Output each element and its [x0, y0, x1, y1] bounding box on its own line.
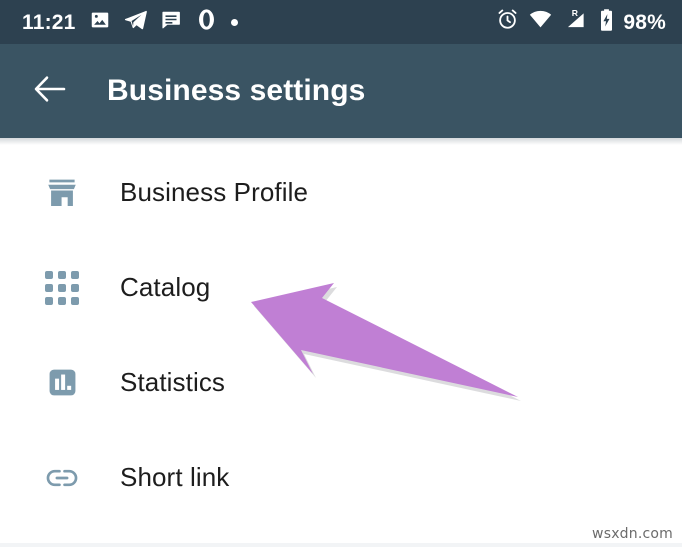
- status-bar-right-group: R 98%: [496, 8, 666, 37]
- list-item-short-link[interactable]: Short link: [0, 430, 682, 525]
- list-item-label: Short link: [120, 462, 230, 492]
- wifi-icon: [529, 8, 552, 36]
- page-title: Business settings: [107, 74, 366, 107]
- alarm-clock-icon: [496, 8, 519, 36]
- bar-chart-icon: [39, 366, 85, 399]
- list-item-business-profile[interactable]: Business Profile: [0, 145, 682, 240]
- link-icon: [39, 461, 85, 495]
- notification-dot-icon: [230, 18, 238, 26]
- telegram-icon: [124, 8, 147, 36]
- status-bar-left-group: 11:21: [22, 8, 238, 36]
- list-item-label: Statistics: [120, 367, 226, 397]
- status-bar: 11:21 R 98%: [0, 0, 682, 44]
- battery-charging-icon: [598, 8, 615, 37]
- list-item-statistics[interactable]: Statistics: [0, 335, 682, 430]
- settings-list: Business Profile Catalog Statistics Shor…: [0, 145, 682, 525]
- battery-percent-label: 98%: [623, 10, 666, 34]
- grid-apps-glyph: [45, 270, 79, 305]
- status-bar-clock: 11:21: [22, 10, 76, 34]
- grid-apps-icon: [39, 270, 85, 305]
- storefront-icon: [39, 176, 85, 210]
- cellular-signal-icon: R: [562, 8, 588, 36]
- message-icon: [160, 9, 182, 36]
- photo-icon: [89, 9, 111, 36]
- list-item-catalog[interactable]: Catalog: [0, 240, 682, 335]
- phone-screen: 11:21 R 98% Business settings Business P…: [0, 0, 682, 547]
- watermark-label: wsxdn.com: [592, 526, 673, 542]
- bottom-edge-strip: [0, 543, 682, 547]
- list-item-label: Catalog: [120, 272, 211, 302]
- svg-text:R: R: [572, 8, 579, 18]
- app-bar-shadow: [0, 138, 682, 145]
- arrow-left-icon: [30, 69, 70, 114]
- back-button[interactable]: [22, 63, 78, 119]
- app-bar: Business settings: [0, 44, 682, 138]
- opera-icon: [195, 8, 218, 36]
- list-item-label: Business Profile: [120, 177, 309, 207]
